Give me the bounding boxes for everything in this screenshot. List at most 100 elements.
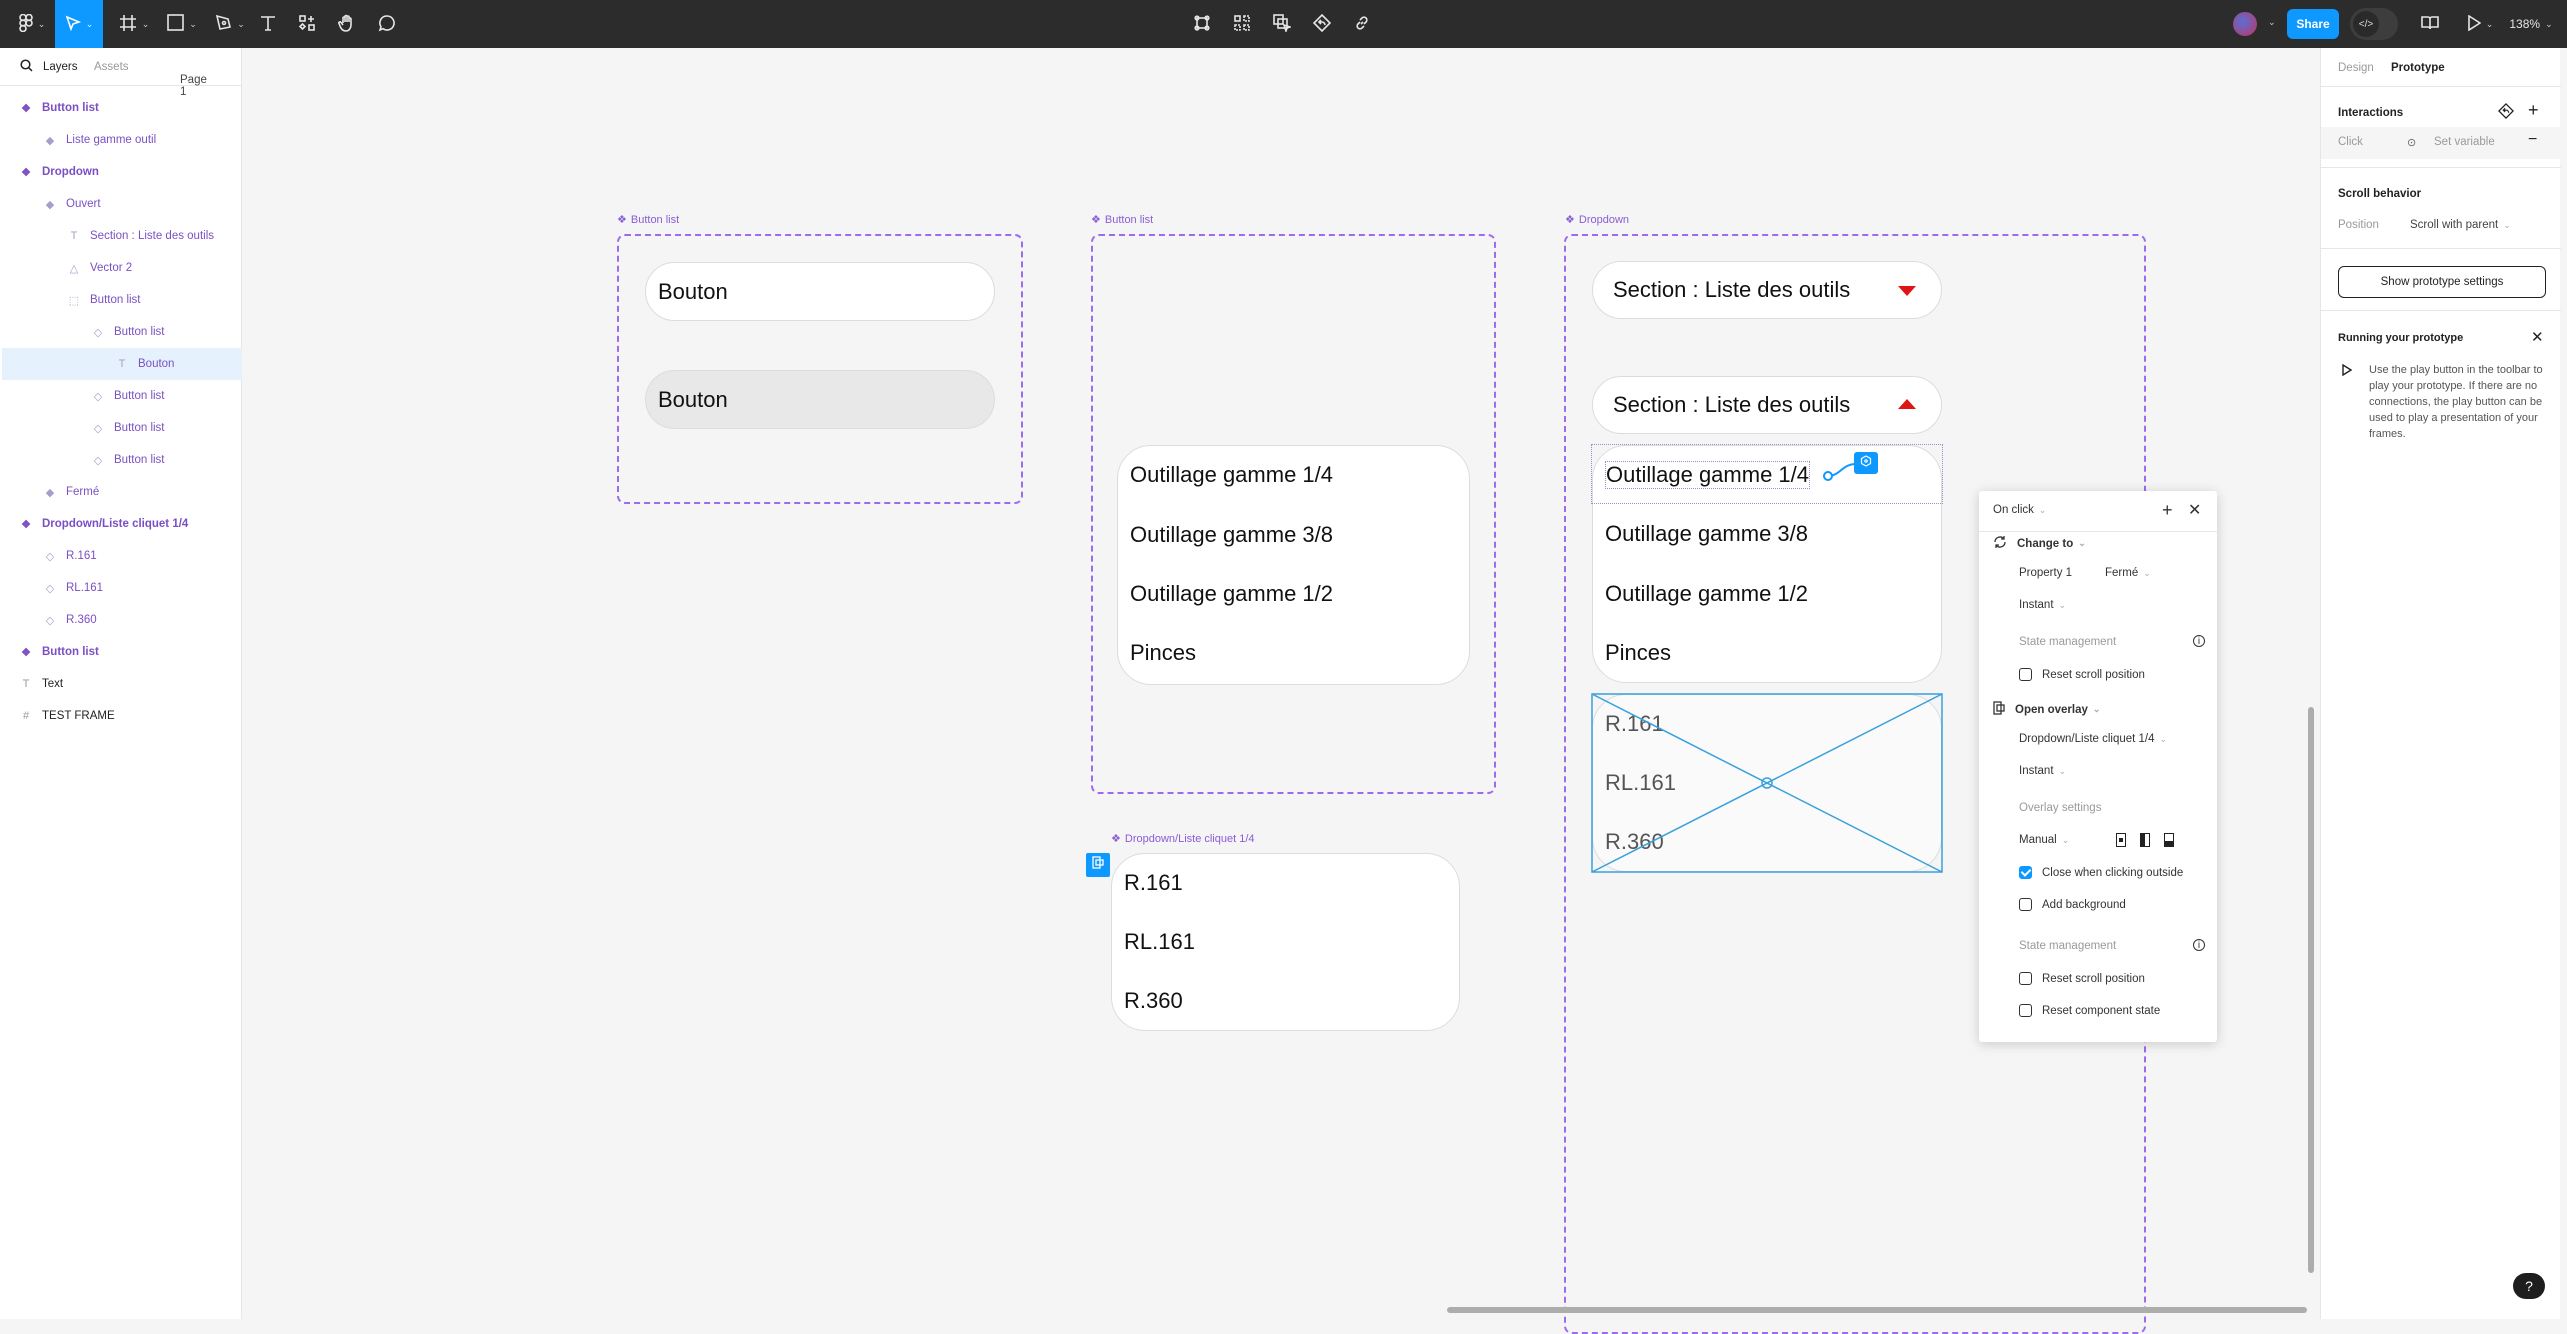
comment-tool-button[interactable]: [374, 0, 400, 48]
tab-assets[interactable]: Assets: [94, 61, 129, 73]
layer-item[interactable]: T Section : Liste des outils: [2, 220, 242, 252]
list-item[interactable]: R.360: [1124, 988, 1183, 1014]
layer-item[interactable]: ◇ Button list: [2, 380, 242, 412]
link-button[interactable]: [1350, 0, 1374, 48]
reset-icon[interactable]: [2498, 103, 2514, 122]
interaction-badge[interactable]: [1854, 452, 1878, 474]
layer-item[interactable]: ◇ Button list: [2, 316, 242, 348]
layer-item[interactable]: ◆ Ouvert: [2, 188, 242, 220]
position-dropdown[interactable]: Scroll with parent ⌄: [2410, 219, 2511, 231]
link-icon: [1354, 15, 1370, 34]
dropdown-closed[interactable]: Section : Liste des outils: [1592, 261, 1942, 319]
main-menu-button[interactable]: ⌄: [12, 0, 52, 48]
trigger-dropdown[interactable]: On click ⌄: [1993, 504, 2046, 516]
chevron-down-icon[interactable]: ⌄: [2268, 17, 2276, 28]
button-hover[interactable]: Bouton: [645, 370, 995, 429]
dropdown-open[interactable]: Section : Liste des outils: [1592, 376, 1942, 434]
position-bottom-icon[interactable]: [2164, 833, 2174, 847]
overlay-position-dropdown[interactable]: Manual ⌄: [2019, 834, 2069, 846]
tab-prototype[interactable]: Prototype: [2391, 62, 2445, 74]
add-action-button[interactable]: +: [2162, 500, 2173, 521]
reset-scroll-checkbox-2[interactable]: Reset scroll position: [2019, 972, 2145, 985]
position-left-icon[interactable]: [2140, 833, 2150, 847]
layer-item[interactable]: ❖ Dropdown: [2, 156, 242, 188]
property-value-dropdown[interactable]: Fermé ⌄: [2105, 567, 2151, 579]
list-item[interactable]: Pinces: [1605, 640, 1671, 666]
tab-design[interactable]: Design: [2338, 62, 2374, 74]
move-tool-button[interactable]: ⌄: [55, 0, 103, 48]
dev-mode-toggle[interactable]: </>: [2350, 8, 2398, 40]
list-item[interactable]: Outillage gamme 3/8: [1130, 522, 1333, 548]
layer-item[interactable]: ◇ R.161: [2, 540, 242, 572]
position-center-icon[interactable]: [2116, 833, 2126, 847]
info-icon[interactable]: i: [2193, 939, 2205, 951]
layer-item[interactable]: △ Vector 2: [2, 252, 242, 284]
layer-item[interactable]: ◇ Button list: [2, 444, 242, 476]
open-overlay-dropdown[interactable]: Open overlay ⌄: [1993, 701, 2100, 718]
component-edit-button[interactable]: [1190, 0, 1214, 48]
pen-tool-button[interactable]: ⌄: [208, 0, 252, 48]
share-button[interactable]: Share: [2287, 9, 2339, 39]
shape-tool-button[interactable]: ⌄: [160, 0, 204, 48]
animation-dropdown[interactable]: Instant ⌄: [2019, 599, 2066, 611]
layer-item[interactable]: ❖ Button list: [2, 636, 242, 668]
list-item[interactable]: Outillage gamme 1/2: [1605, 581, 1808, 607]
list-item[interactable]: R.161: [1124, 870, 1183, 896]
list-item[interactable]: Outillage gamme 1/2: [1130, 581, 1333, 607]
zoom-dropdown[interactable]: 138% ⌄: [2505, 0, 2557, 48]
horizontal-scrollbar[interactable]: [1447, 1307, 2307, 1313]
list-item[interactable]: RL.161: [1124, 929, 1195, 955]
info-icon[interactable]: i: [2193, 635, 2205, 647]
add-interaction-button[interactable]: +: [2528, 100, 2539, 121]
search-icon[interactable]: [20, 59, 33, 75]
button-default[interactable]: Bouton: [645, 262, 995, 321]
close-outside-checkbox[interactable]: Close when clicking outside: [2019, 866, 2183, 879]
text-tool-button[interactable]: [255, 0, 281, 48]
list-item[interactable]: Outillage gamme 3/8: [1605, 521, 1808, 547]
tool-range-list[interactable]: Outillage gamme 1/4 Outillage gamme 3/8 …: [1117, 445, 1470, 685]
change-to-dropdown[interactable]: Change to ⌄: [1993, 535, 2086, 552]
help-button[interactable]: ?: [2513, 1273, 2545, 1299]
tab-layers[interactable]: Layers: [43, 61, 78, 73]
frame-label-liste-cliquet[interactable]: ❖ Dropdown/Liste cliquet 1/4: [1111, 832, 1255, 846]
list-item[interactable]: Outillage gamme 1/4: [1130, 462, 1333, 488]
layer-item[interactable]: ◇ R.360: [2, 604, 242, 636]
grid-button[interactable]: [1230, 0, 1254, 48]
present-button[interactable]: ⌄: [2462, 0, 2498, 48]
layer-item[interactable]: T Bouton: [2, 348, 242, 380]
avatar[interactable]: [2233, 12, 2257, 36]
frame-label-dropdown[interactable]: ❖ Dropdown: [1565, 213, 1629, 227]
vertical-scrollbar[interactable]: [2308, 707, 2314, 1273]
layer-item[interactable]: # TEST FRAME: [2, 700, 242, 732]
reset-component-checkbox[interactable]: Reset component state: [2019, 1004, 2160, 1017]
show-prototype-settings-button[interactable]: Show prototype settings: [2338, 266, 2546, 298]
close-icon[interactable]: ✕: [2188, 500, 2201, 520]
layer-item[interactable]: ❖ Button list: [2, 92, 242, 124]
reset-scroll-checkbox-1[interactable]: Reset scroll position: [2019, 668, 2145, 681]
remove-interaction-button[interactable]: −: [2528, 131, 2537, 149]
hand-tool-button[interactable]: [334, 0, 360, 48]
frame-tool-button[interactable]: ⌄: [112, 0, 156, 48]
layer-item[interactable]: ◆ Liste gamme outil: [2, 124, 242, 156]
layer-item[interactable]: ◇ Button list: [2, 412, 242, 444]
layer-item[interactable]: T Text: [2, 668, 242, 700]
add-background-checkbox[interactable]: Add background: [2019, 898, 2126, 911]
overlay-target-badge[interactable]: [1086, 853, 1110, 877]
resources-button[interactable]: [294, 0, 320, 48]
layer-item[interactable]: ◆ Fermé: [2, 476, 242, 508]
frame-label-button-list-2[interactable]: ❖ Button list: [1091, 213, 1153, 227]
component-set-icon: ❖: [1091, 214, 1101, 226]
overlay-destination-dropdown[interactable]: Dropdown/Liste cliquet 1/4 ⌄: [2019, 733, 2167, 745]
frame-label-button-list-1[interactable]: ❖ Button list: [617, 213, 679, 227]
list-item[interactable]: Pinces: [1130, 640, 1196, 666]
ratchet-list[interactable]: R.161 RL.161 R.360: [1111, 853, 1460, 1031]
layer-item[interactable]: ❖ Dropdown/Liste cliquet 1/4: [2, 508, 242, 540]
library-button[interactable]: [2418, 0, 2442, 48]
overlay-select-button[interactable]: [1270, 0, 1294, 48]
overlay-animation-dropdown[interactable]: Instant ⌄: [2019, 765, 2066, 777]
interaction-row[interactable]: Click ⊙ Set variable −: [2321, 127, 2561, 159]
layer-item[interactable]: ⬚ Button list: [2, 284, 242, 316]
reset-button[interactable]: [1310, 0, 1334, 48]
close-icon[interactable]: ✕: [2531, 328, 2544, 346]
layer-item[interactable]: ◇ RL.161: [2, 572, 242, 604]
